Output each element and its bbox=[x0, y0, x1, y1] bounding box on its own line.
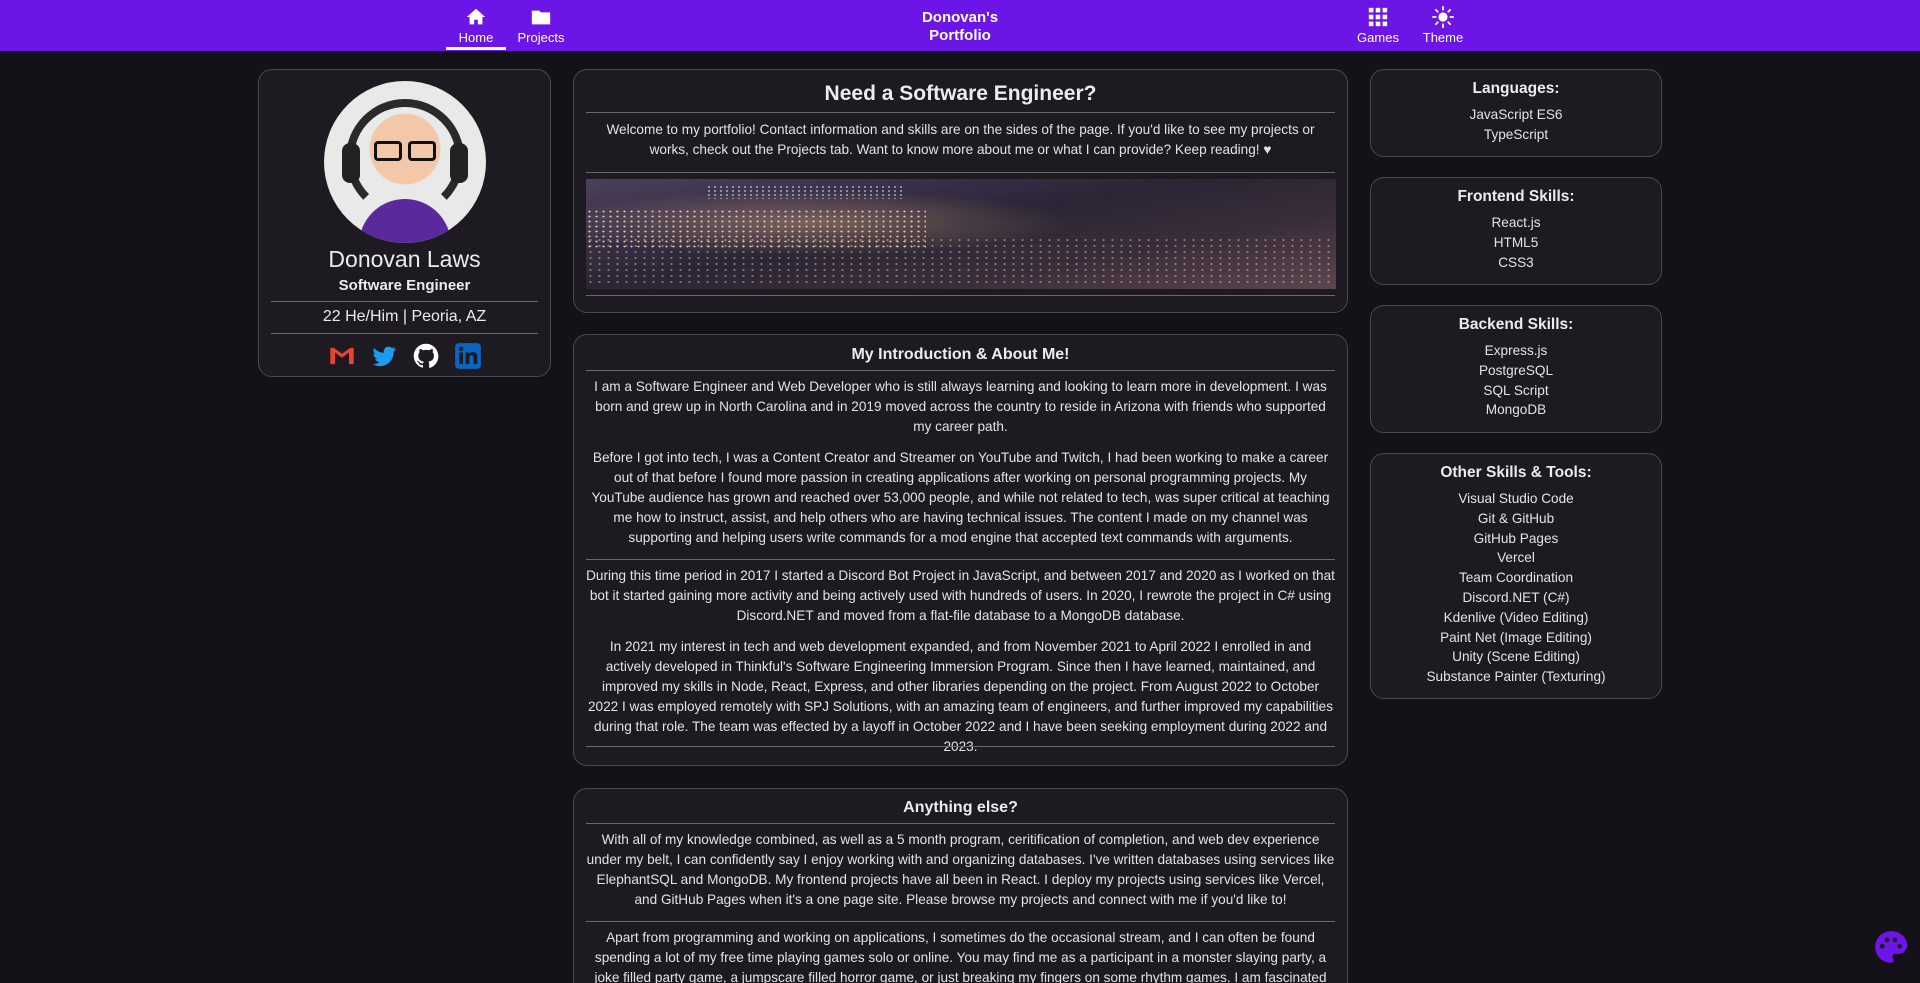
languages-list: JavaScript ES6 TypeScript bbox=[1371, 105, 1661, 145]
about-paragraph: Before I got into tech, I was a Content … bbox=[591, 450, 1330, 545]
list-item: Discord.NET (C#) bbox=[1462, 589, 1570, 605]
list-item: Team Coordination bbox=[1458, 570, 1574, 586]
else-paragraph: Apart from programming and working on ap… bbox=[594, 930, 1327, 983]
divider bbox=[586, 172, 1335, 173]
list-item: TypeScript bbox=[1483, 126, 1549, 142]
list-item: HTML5 bbox=[1493, 234, 1539, 250]
list-item: Unity (Scene Editing) bbox=[1452, 649, 1580, 665]
list-item: MongoDB bbox=[1485, 402, 1547, 418]
list-item: PostgreSQL bbox=[1478, 362, 1554, 378]
other-skills-card: Other Skills & Tools: Visual Studio Code… bbox=[1370, 453, 1662, 699]
divider bbox=[586, 370, 1335, 371]
list-item: Git & GitHub bbox=[1477, 510, 1555, 526]
github-icon[interactable] bbox=[411, 341, 441, 371]
else-paragraph: With all of my knowledge combined, as we… bbox=[586, 832, 1335, 907]
languages-title: Languages: bbox=[1472, 80, 1560, 97]
linkedin-icon[interactable] bbox=[453, 341, 483, 371]
brand-line2: Portfolio bbox=[929, 27, 991, 44]
else-card: Anything else? With all of my knowledge … bbox=[573, 788, 1348, 983]
about-paragraph: During this time period in 2017 I starte… bbox=[586, 568, 1335, 623]
divider bbox=[586, 112, 1335, 113]
divider bbox=[586, 823, 1335, 824]
top-nav: Home Projects Donovan's Portfolio Games bbox=[0, 0, 1920, 51]
profile-role: Software Engineer bbox=[338, 277, 471, 294]
palette-icon[interactable] bbox=[1872, 928, 1910, 966]
nav-home-label: Home bbox=[458, 30, 494, 45]
list-item: CSS3 bbox=[1498, 254, 1534, 270]
twitter-icon[interactable] bbox=[369, 341, 399, 371]
backend-list: Express.js PostgreSQL SQL Script MongoDB bbox=[1371, 341, 1661, 420]
avatar bbox=[324, 81, 486, 243]
list-item: Vercel bbox=[1497, 550, 1535, 566]
frontend-title: Frontend Skills: bbox=[1457, 188, 1575, 205]
list-item: JavaScript ES6 bbox=[1469, 107, 1563, 122]
nav-theme-label: Theme bbox=[1422, 30, 1464, 45]
folder-icon bbox=[531, 10, 551, 25]
profile-card: Donovan Laws Software Engineer 22 He/Him… bbox=[258, 69, 551, 377]
divider bbox=[271, 333, 538, 334]
sun-icon bbox=[1432, 6, 1454, 28]
cityscape-image bbox=[586, 179, 1336, 289]
profile-name: Donovan Laws bbox=[328, 246, 481, 272]
nav-games[interactable]: Games bbox=[1349, 0, 1407, 51]
brand-line1: Donovan's bbox=[921, 9, 999, 26]
languages-card: Languages: JavaScript ES6 TypeScript bbox=[1370, 69, 1662, 157]
list-item: Express.js bbox=[1484, 343, 1548, 358]
list-item: Kdenlive (Video Editing) bbox=[1443, 609, 1589, 625]
divider bbox=[586, 559, 1335, 560]
divider bbox=[586, 746, 1335, 747]
nav-games-label: Games bbox=[1357, 30, 1399, 45]
nav-theme[interactable]: Theme bbox=[1414, 0, 1472, 51]
about-paragraph: I am a Software Engineer and Web Develop… bbox=[594, 379, 1327, 434]
brand-title[interactable]: Donovan's Portfolio bbox=[860, 9, 1060, 45]
list-item: Substance Painter (Texturing) bbox=[1426, 669, 1606, 685]
home-icon bbox=[466, 8, 486, 25]
about-paragraph: In 2021 my interest in tech and web deve… bbox=[587, 639, 1333, 754]
divider bbox=[271, 301, 538, 302]
frontend-list: React.js HTML5 CSS3 bbox=[1371, 213, 1661, 272]
other-skills-title: Other Skills & Tools: bbox=[1440, 464, 1592, 481]
list-item: Visual Studio Code bbox=[1458, 491, 1574, 506]
intro-title: Need a Software Engineer? bbox=[824, 82, 1097, 105]
about-card: My Introduction & About Me! I am a Softw… bbox=[573, 334, 1348, 766]
active-tab-indicator bbox=[446, 47, 506, 50]
list-item: GitHub Pages bbox=[1473, 530, 1559, 546]
nav-projects-label: Projects bbox=[517, 30, 565, 45]
backend-title: Backend Skills: bbox=[1458, 316, 1574, 333]
social-links bbox=[259, 341, 550, 371]
about-title: My Introduction & About Me! bbox=[851, 346, 1070, 363]
gmail-icon[interactable] bbox=[327, 341, 357, 371]
nav-home[interactable]: Home bbox=[446, 0, 506, 51]
divider bbox=[586, 921, 1335, 922]
divider bbox=[586, 295, 1335, 296]
else-title: Anything else? bbox=[903, 799, 1018, 816]
frontend-card: Frontend Skills: React.js HTML5 CSS3 bbox=[1370, 177, 1662, 285]
backend-card: Backend Skills: Express.js PostgreSQL SQ… bbox=[1370, 305, 1662, 433]
list-item: SQL Script bbox=[1483, 382, 1549, 398]
nav-projects[interactable]: Projects bbox=[511, 0, 571, 51]
intro-text: Welcome to my portfolio! Contact informa… bbox=[606, 122, 1315, 157]
grid-icon bbox=[1368, 7, 1388, 27]
other-skills-list: Visual Studio Code Git & GitHub GitHub P… bbox=[1371, 489, 1661, 687]
list-item: Paint Net (Image Editing) bbox=[1440, 629, 1592, 645]
list-item: React.js bbox=[1491, 215, 1541, 230]
profile-meta: 22 He/Him | Peoria, AZ bbox=[322, 308, 487, 325]
intro-card: Need a Software Engineer? Welcome to my … bbox=[573, 69, 1348, 313]
